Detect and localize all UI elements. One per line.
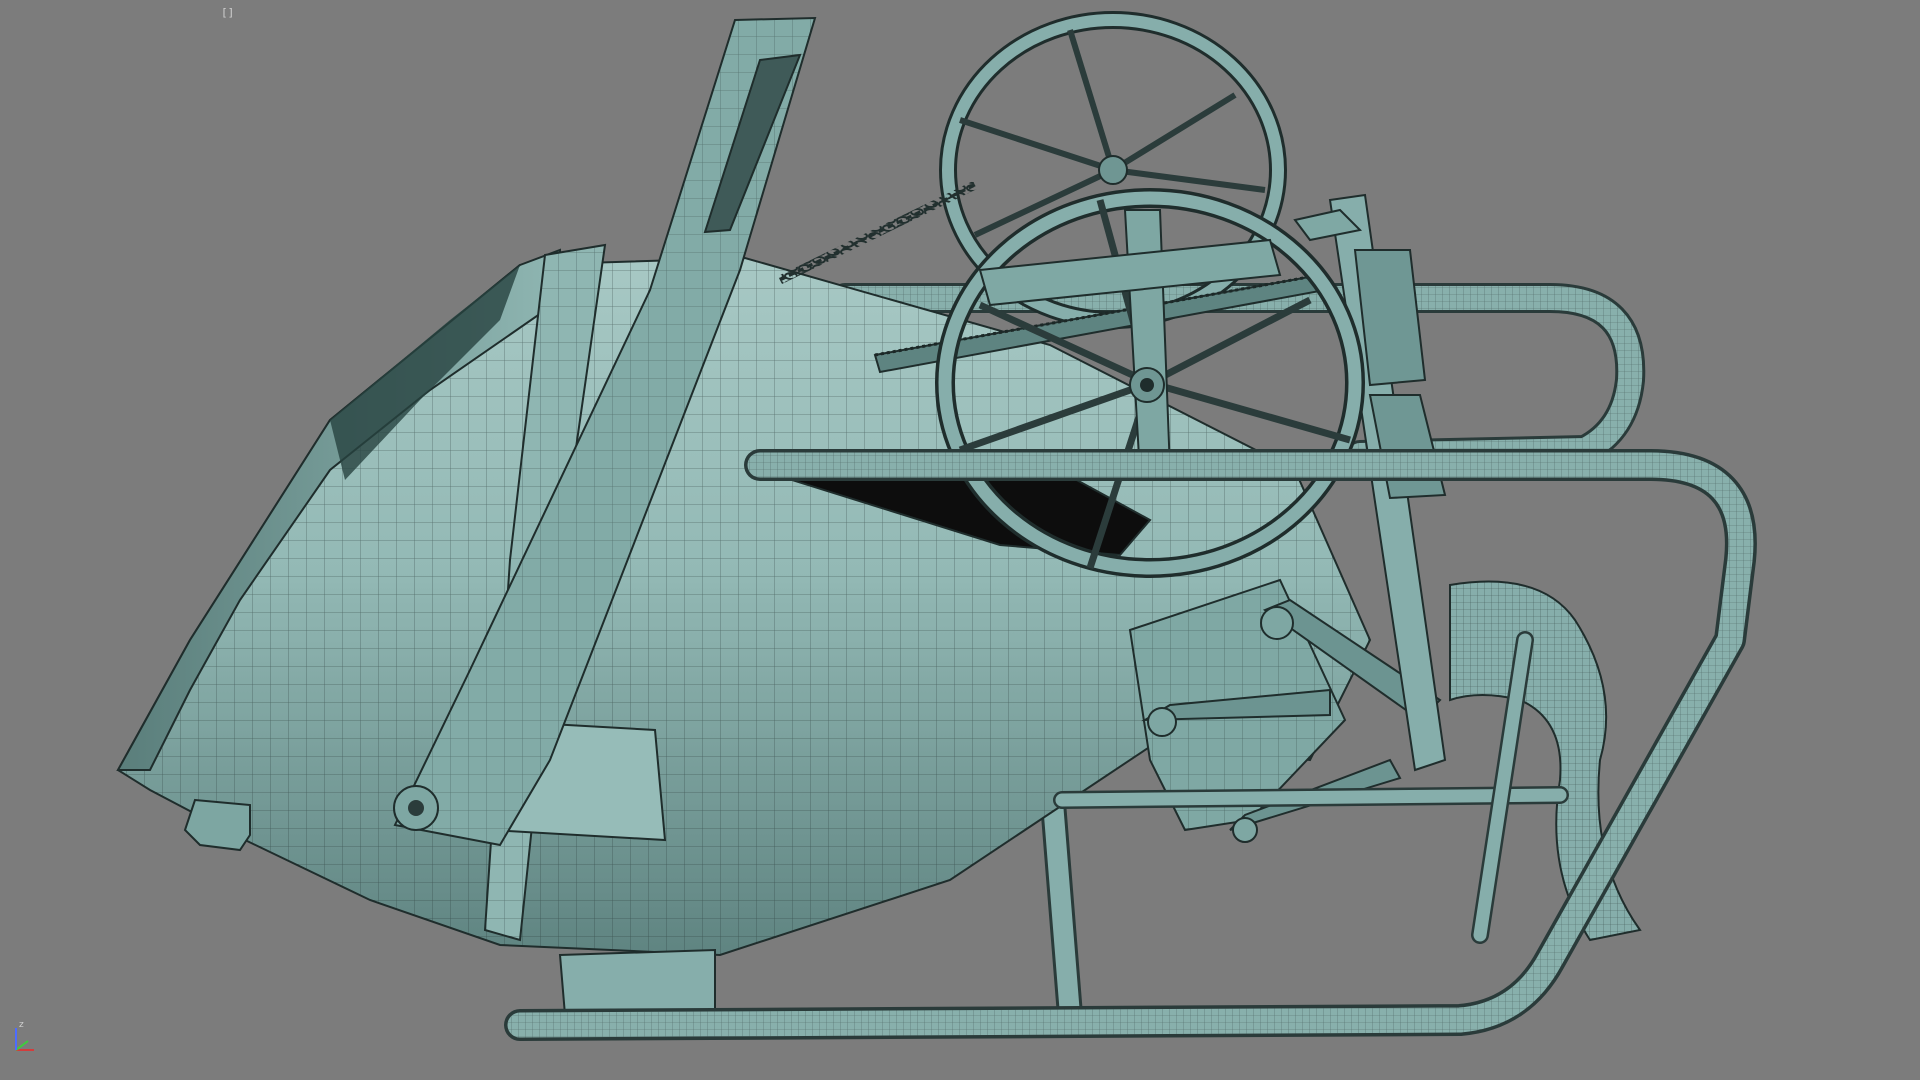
concrete-bucket-model[interactable] bbox=[0, 0, 1920, 1080]
axis-gizmo: z bbox=[15, 1020, 34, 1051]
safety-chain bbox=[778, 180, 977, 285]
axis-y-line bbox=[15, 1040, 29, 1051]
axis-z-label: z bbox=[19, 1020, 24, 1030]
3d-viewport[interactable]: [] z bbox=[0, 0, 1920, 1080]
